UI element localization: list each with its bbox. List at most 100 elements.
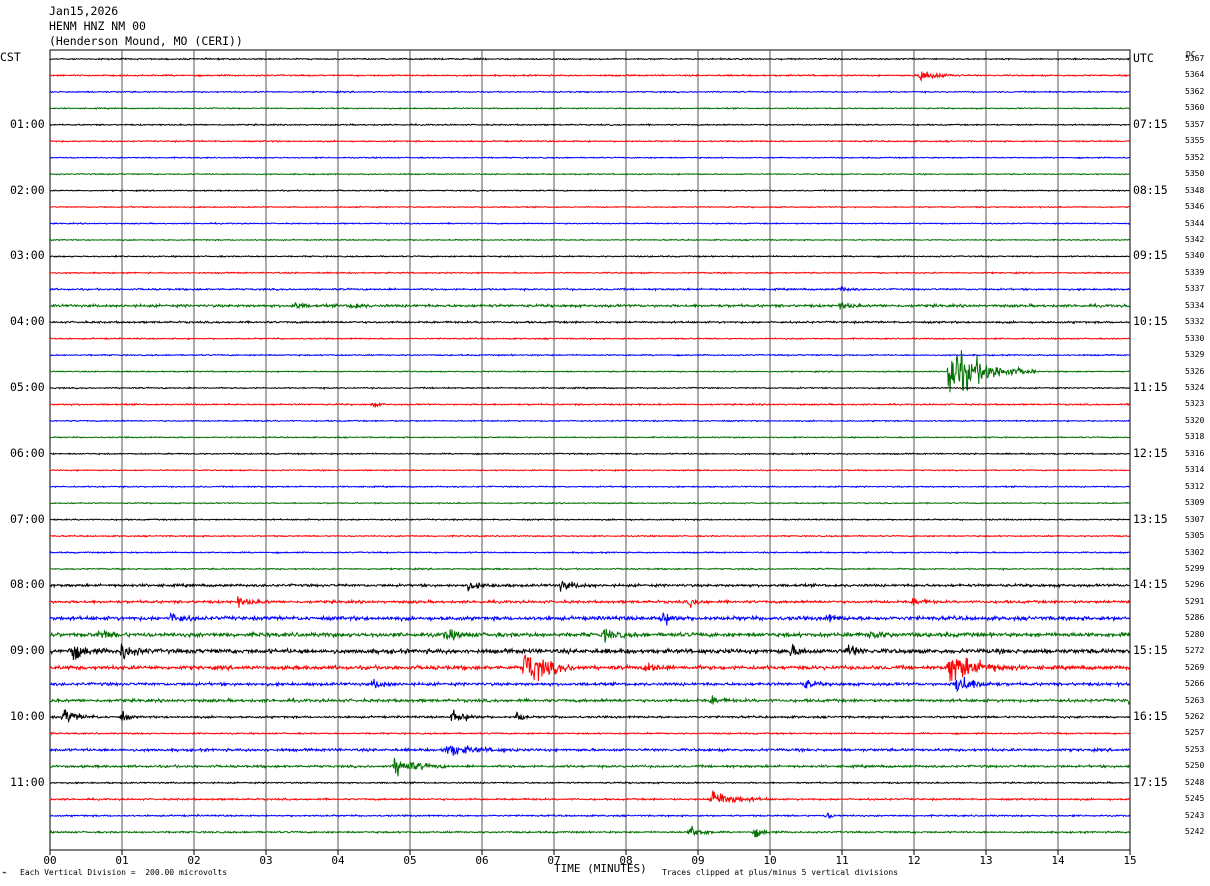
x-tick-label-03: 03 [259, 854, 272, 867]
x-axis-label: TIME (MINUTES) [554, 862, 647, 875]
trace-row-4 [49, 122, 1130, 127]
dc-value: 5314 [1185, 465, 1205, 475]
x-tick-label-01: 01 [115, 854, 128, 867]
trace-row-43 [49, 757, 1130, 777]
dc-value: 5309 [1185, 498, 1205, 508]
trace-row-16 [49, 319, 1130, 325]
cst-label-10:00: 10:00 [10, 709, 45, 723]
trace-row-34 [49, 611, 1130, 626]
dc-value: 5286 [1185, 613, 1205, 623]
dc-value: 5262 [1185, 712, 1205, 721]
x-tick-label-04: 04 [331, 854, 345, 867]
x-tick-label-09: 09 [691, 854, 704, 867]
dc-value: 5296 [1185, 580, 1205, 590]
utc-label-09:15: 09:15 [1133, 248, 1168, 263]
dc-value: 5248 [1185, 777, 1205, 787]
dc-value: 5324 [1185, 383, 1205, 392]
trace-row-32 [49, 580, 1130, 592]
dc-value: 5263 [1185, 695, 1205, 705]
trace-row-8 [49, 189, 1130, 193]
trace-row-24 [49, 452, 1130, 456]
trace-row-26 [49, 484, 1130, 489]
trace-row-12 [49, 254, 1130, 259]
x-tick-label-10: 10 [763, 854, 776, 867]
trace-row-44 [49, 780, 1130, 785]
x-tick-label-11: 11 [835, 854, 848, 867]
cst-label-07:00: 07:00 [10, 511, 45, 526]
dc-value: 5312 [1185, 481, 1205, 491]
trace-row-2 [49, 90, 1130, 94]
trace-row-0 [49, 57, 1130, 61]
dc-value: 5302 [1185, 547, 1205, 557]
dc-value: 5364 [1185, 70, 1205, 80]
cst-label-09:00: 09:00 [10, 643, 45, 658]
dc-value: 5357 [1185, 119, 1205, 129]
trace-row-1 [49, 71, 1130, 83]
trace-row-37 [49, 654, 1130, 682]
dc-value: 5362 [1185, 86, 1205, 96]
dc-value: 5326 [1185, 366, 1205, 376]
trace-row-46 [49, 812, 1130, 820]
cst-label-08:00: 08:00 [10, 577, 45, 592]
trace-row-13 [49, 271, 1130, 275]
dc-value: 5269 [1185, 662, 1205, 672]
cst-label-03:00: 03:00 [10, 248, 45, 263]
trace-row-5 [49, 139, 1130, 144]
trace-row-14 [49, 286, 1130, 292]
utc-label-16:15: 16:15 [1133, 709, 1168, 723]
dc-value: 5367 [1185, 54, 1205, 63]
trace-row-11 [49, 238, 1130, 242]
trace-row-41 [49, 731, 1130, 736]
dc-value: 5243 [1185, 810, 1205, 820]
dc-value: 5320 [1185, 415, 1205, 425]
dc-value: 5266 [1185, 679, 1205, 689]
dc-value: 5250 [1185, 761, 1205, 771]
cst-label-01:00: 01:00 [10, 116, 45, 131]
trace-row-33 [49, 596, 1130, 608]
trace-row-38 [49, 676, 1130, 693]
cst-label-05:00: 05:00 [10, 380, 45, 394]
dc-value: 5305 [1185, 531, 1205, 541]
trace-row-39 [49, 695, 1130, 706]
dc-value: 5342 [1185, 234, 1205, 244]
dc-value: 5352 [1185, 152, 1205, 162]
trace-row-27 [49, 501, 1130, 505]
dc-value: 5360 [1185, 103, 1205, 113]
trace-row-31 [49, 567, 1130, 572]
helicorder-plot: 00 01 02 03 04 05 06 07 08 09 10 11 12 13 14 15 [43, 49, 1137, 867]
trace-row-19 [49, 350, 1130, 393]
dc-value: 5307 [1185, 514, 1205, 524]
cst-label-06:00: 06:00 [10, 445, 45, 460]
trace-row-30 [49, 550, 1130, 555]
trace-row-36 [49, 643, 1130, 661]
trace-row-7 [49, 172, 1130, 176]
dc-value: 5253 [1185, 744, 1205, 754]
x-tick-label-14: 14 [1051, 854, 1065, 867]
footer-scale-note: Each Vertical Division = 200.00 microvol… [20, 868, 228, 877]
trace-row-35 [49, 628, 1130, 643]
trace-row-17 [49, 336, 1130, 341]
trace-row-42 [49, 745, 1130, 756]
dc-value: 5355 [1185, 136, 1205, 146]
dc-value: 5242 [1185, 827, 1205, 837]
dc-value: 5330 [1185, 333, 1205, 343]
dc-value: 5318 [1185, 432, 1205, 442]
dc-value: 5339 [1185, 267, 1205, 277]
cst-label-04:00: 04:00 [10, 314, 45, 329]
trace-row-28 [49, 517, 1130, 522]
dc-value: 5332 [1185, 317, 1205, 327]
dc-value: 5299 [1185, 563, 1205, 573]
trace-row-6 [49, 156, 1130, 160]
dc-value: 5280 [1185, 629, 1205, 639]
trace-row-29 [49, 534, 1130, 538]
dc-value: 5316 [1185, 448, 1205, 458]
x-tick-label-00: 00 [43, 854, 56, 867]
dc-value: 5346 [1185, 202, 1205, 212]
trace-row-9 [49, 205, 1130, 209]
trace-row-40 [49, 709, 1130, 724]
utc-label-10:15: 10:15 [1133, 314, 1168, 329]
trace-row-3 [49, 106, 1130, 110]
dc-value: 5350 [1185, 169, 1205, 179]
dc-value: 5329 [1185, 350, 1205, 360]
utc-label-12:15: 12:15 [1133, 445, 1168, 460]
